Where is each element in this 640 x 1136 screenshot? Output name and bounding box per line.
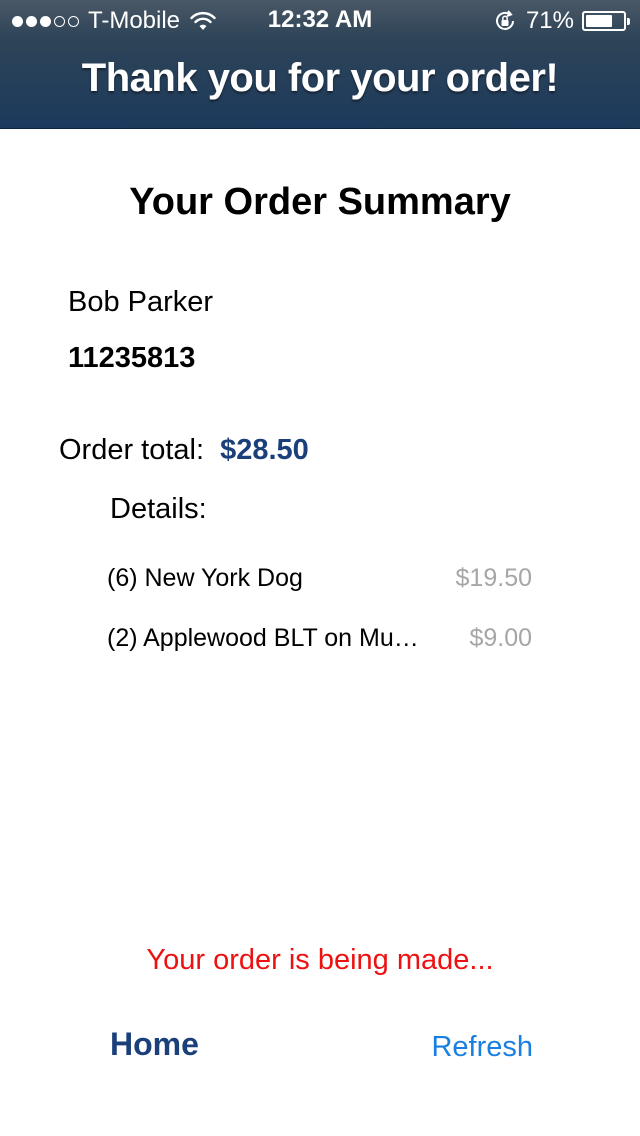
header-bar: T-Mobile 12:32 AM 71% Thank you for your… bbox=[0, 0, 640, 129]
order-status-message: Your order is being made... bbox=[146, 944, 494, 976]
battery-icon bbox=[582, 11, 630, 31]
page-title: Your Order Summary bbox=[129, 181, 511, 223]
nav-title: Thank you for your order! bbox=[81, 56, 559, 100]
order-number: 11235813 bbox=[68, 342, 196, 374]
status-right: 71% bbox=[494, 7, 630, 35]
home-button[interactable]: Home bbox=[110, 1026, 199, 1063]
rotation-lock-icon bbox=[495, 10, 514, 30]
battery-percent: 71% bbox=[525, 7, 574, 34]
status-bar: T-Mobile 12:32 AM 71% bbox=[0, 0, 640, 40]
refresh-button[interactable]: Refresh bbox=[431, 1031, 533, 1064]
item-price: $9.00 bbox=[469, 623, 532, 652]
order-total-label: Order total: bbox=[59, 434, 205, 466]
item-price: $19.50 bbox=[455, 563, 532, 592]
battery-fill bbox=[586, 15, 612, 27]
customer-name: Bob Parker bbox=[68, 286, 214, 318]
item-name: (2) Applewood BLT on Mu… bbox=[107, 623, 419, 652]
order-total-row: Order total: $28.50 bbox=[59, 434, 309, 467]
details-label: Details: bbox=[110, 493, 207, 525]
list-item: (6) New York Dog $19.50 bbox=[107, 561, 532, 595]
order-total-value: $28.50 bbox=[220, 434, 309, 466]
list-item: (2) Applewood BLT on Mu… $9.00 bbox=[107, 621, 532, 655]
item-name: (6) New York Dog bbox=[107, 563, 303, 592]
